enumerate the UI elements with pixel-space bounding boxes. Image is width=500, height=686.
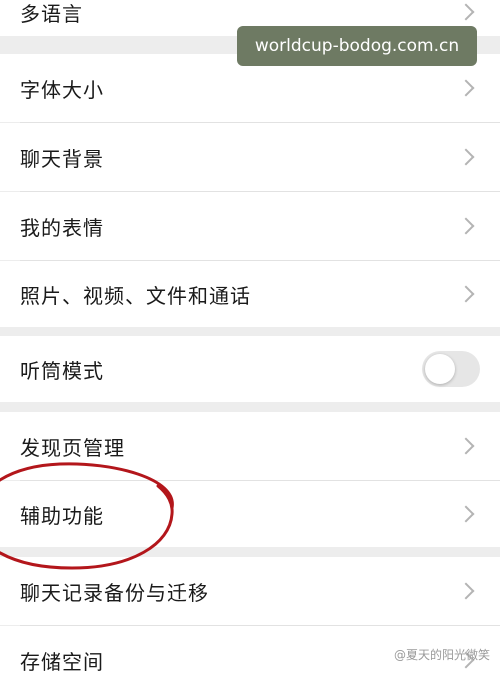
settings-screen: 多语言 字体大小 聊天背景 我的表情 照片、视频、文件和通话 听筒模式 发现页管… [0, 0, 500, 686]
row-label: 多语言 [20, 1, 83, 26]
chevron-right-icon [457, 79, 475, 97]
row-label: 听筒模式 [20, 358, 104, 383]
footer-watermark: @夏天的阳光微笑 [393, 648, 490, 662]
row-label: 聊天记录备份与迁移 [20, 580, 209, 605]
row-label: 字体大小 [20, 77, 104, 102]
annotation-circle [0, 462, 174, 570]
watermark-banner: worldcup-bodog.com.cn [237, 26, 477, 66]
row-label: 聊天背景 [20, 146, 104, 171]
settings-row-media-files-calls[interactable]: 照片、视频、文件和通话 [0, 261, 500, 327]
earpiece-mode-toggle[interactable] [422, 351, 480, 387]
row-label: 照片、视频、文件和通话 [20, 283, 251, 308]
settings-row-chat-background[interactable]: 聊天背景 [0, 123, 500, 191]
row-label: 我的表情 [20, 215, 104, 240]
chevron-right-icon [457, 582, 475, 600]
chevron-right-icon [457, 437, 475, 455]
settings-row-my-stickers[interactable]: 我的表情 [0, 192, 500, 260]
settings-row-earpiece-mode[interactable]: 听筒模式 [0, 336, 500, 402]
chevron-right-icon [457, 148, 475, 166]
chevron-right-icon [457, 285, 475, 303]
chevron-right-icon [457, 217, 475, 235]
row-label: 发现页管理 [20, 435, 125, 460]
chevron-right-icon [457, 3, 475, 21]
toggle-knob [425, 354, 455, 384]
chevron-right-icon [457, 505, 475, 523]
